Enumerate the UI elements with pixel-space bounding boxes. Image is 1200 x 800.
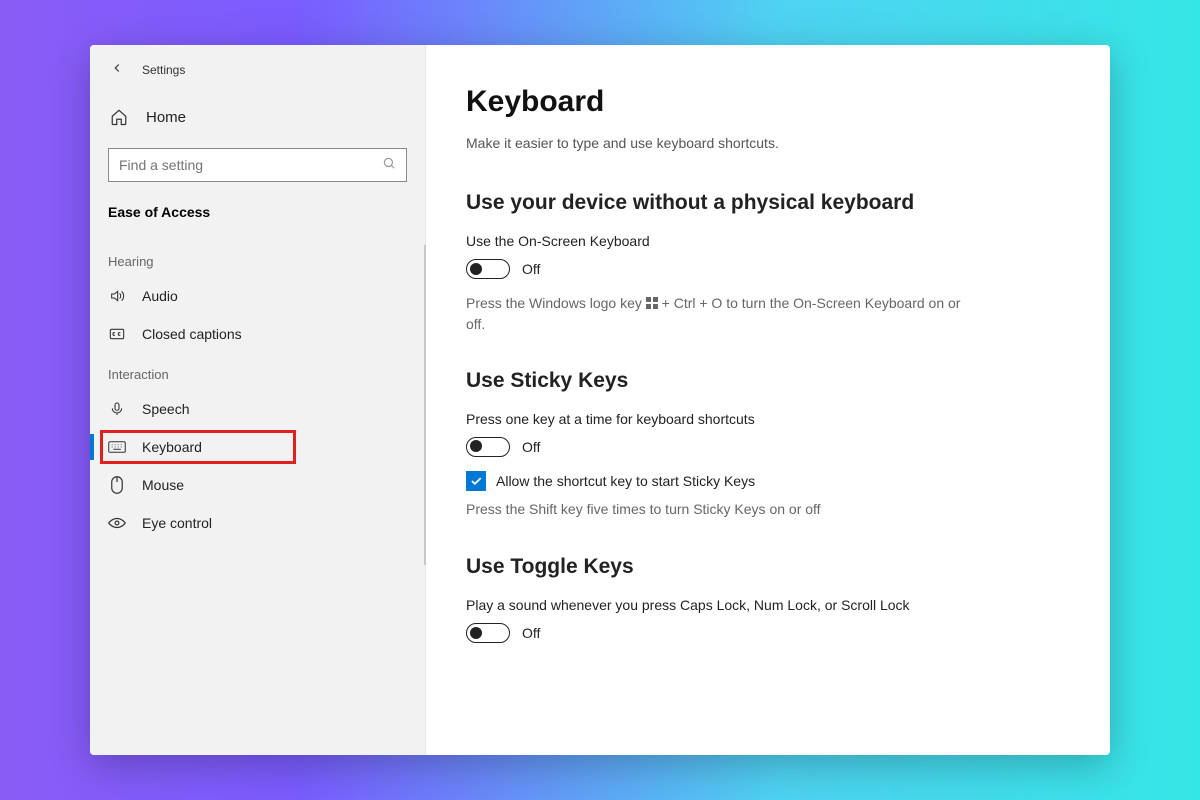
nav-home-label: Home: [146, 109, 186, 126]
home-icon: [110, 108, 128, 126]
sidebar-scroll-indicator: [424, 245, 426, 565]
section-osk-heading: Use your device without a physical keybo…: [466, 191, 1070, 215]
search-icon: [382, 156, 396, 175]
titlebar: Settings: [90, 57, 425, 96]
group-interaction-label: Interaction: [90, 353, 425, 390]
togglekeys-setting-label: Play a sound whenever you press Caps Loc…: [466, 597, 1070, 613]
togglekeys-toggle-row: Off: [466, 623, 1070, 643]
section-sticky-heading: Use Sticky Keys: [466, 369, 1070, 393]
nav-mouse-label: Mouse: [142, 477, 184, 493]
nav-eye-control[interactable]: Eye control: [90, 504, 425, 542]
osk-toggle[interactable]: [466, 259, 510, 279]
osk-toggle-state: Off: [522, 261, 540, 277]
sticky-shortcut-row: Allow the shortcut key to start Sticky K…: [466, 471, 1070, 491]
group-hearing-label: Hearing: [90, 240, 425, 277]
sticky-toggle-row: Off: [466, 437, 1070, 457]
nav-captions-label: Closed captions: [142, 326, 242, 342]
nav-keyboard-label: Keyboard: [142, 439, 202, 455]
sticky-toggle[interactable]: [466, 437, 510, 457]
content-pane: Keyboard Make it easier to type and use …: [425, 45, 1110, 755]
nav-home[interactable]: Home: [90, 96, 425, 138]
osk-hint-pre: Press the Windows logo key: [466, 295, 646, 311]
togglekeys-toggle[interactable]: [466, 623, 510, 643]
nav-mouse[interactable]: Mouse: [90, 466, 425, 504]
togglekeys-toggle-state: Off: [522, 625, 540, 641]
eye-icon: [108, 514, 126, 532]
windows-logo-icon: [646, 294, 658, 314]
osk-setting-label: Use the On-Screen Keyboard: [466, 233, 1070, 249]
app-title: Settings: [142, 63, 185, 77]
sidebar: Settings Home Ease of Access Hearing Aud…: [90, 45, 425, 755]
page-title: Keyboard: [466, 85, 1070, 119]
settings-window: Settings Home Ease of Access Hearing Aud…: [90, 45, 1110, 755]
sticky-setting-label: Press one key at a time for keyboard sho…: [466, 411, 1070, 427]
nav-keyboard[interactable]: Keyboard: [90, 428, 425, 466]
captions-icon: [108, 325, 126, 343]
nav-speech[interactable]: Speech: [90, 390, 425, 428]
nav-speech-label: Speech: [142, 401, 189, 417]
search-box[interactable]: [108, 148, 407, 182]
microphone-icon: [108, 400, 126, 418]
nav-eye-label: Eye control: [142, 515, 212, 531]
sticky-hint: Press the Shift key five times to turn S…: [466, 499, 966, 519]
sticky-toggle-state: Off: [522, 439, 540, 455]
section-toggle-heading: Use Toggle Keys: [466, 555, 1070, 579]
osk-hint: Press the Windows logo key + Ctrl + O to…: [466, 293, 966, 335]
speaker-icon: [108, 287, 126, 305]
page-subtitle: Make it easier to type and use keyboard …: [466, 135, 1070, 151]
nav-audio-label: Audio: [142, 288, 178, 304]
search-input[interactable]: [119, 157, 382, 173]
mouse-icon: [108, 476, 126, 494]
back-arrow-icon[interactable]: [110, 61, 124, 78]
sticky-shortcut-label: Allow the shortcut key to start Sticky K…: [496, 473, 755, 489]
nav-closed-captions[interactable]: Closed captions: [90, 315, 425, 353]
osk-toggle-row: Off: [466, 259, 1070, 279]
keyboard-icon: [108, 438, 126, 456]
nav-audio[interactable]: Audio: [90, 277, 425, 315]
sticky-shortcut-checkbox[interactable]: [466, 471, 486, 491]
category-title: Ease of Access: [90, 198, 425, 240]
